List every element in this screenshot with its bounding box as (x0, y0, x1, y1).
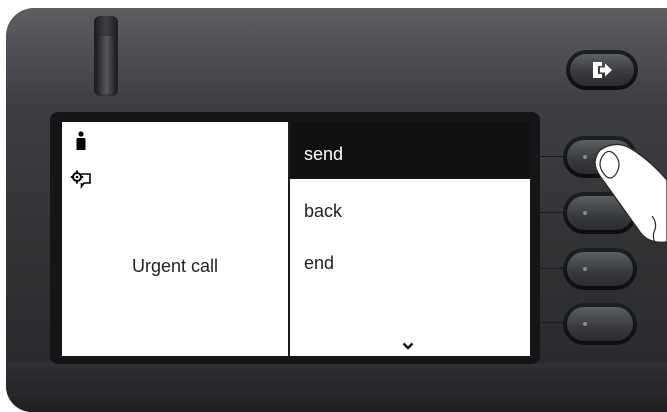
handset-hook[interactable] (94, 16, 118, 96)
menu-item-send[interactable]: send (290, 122, 530, 179)
softkey-4-led (583, 322, 587, 326)
call-status-label: Urgent call (131, 256, 219, 276)
pointing-finger-icon (594, 143, 667, 245)
softkey-3[interactable] (563, 248, 637, 290)
chevron-down-icon (402, 342, 414, 350)
exit-arrow-icon (593, 62, 612, 78)
softkey-line-4 (530, 322, 566, 323)
person-icon (76, 131, 86, 150)
softkey-4-face (567, 307, 633, 341)
menu-item-back[interactable]: back (290, 179, 530, 236)
softkey-3-led (583, 267, 587, 271)
hook-switch (98, 36, 114, 94)
softkey-4[interactable] (563, 303, 637, 345)
voicemail-settings-icon (70, 170, 91, 189)
exit-button[interactable] (566, 50, 638, 90)
softkey-3-face (567, 252, 633, 286)
menu-item-end[interactable]: end (290, 231, 530, 288)
softkey-line-3 (530, 268, 566, 269)
housing-bottom (6, 363, 667, 412)
display-screen: Urgent call send back end (62, 122, 530, 356)
